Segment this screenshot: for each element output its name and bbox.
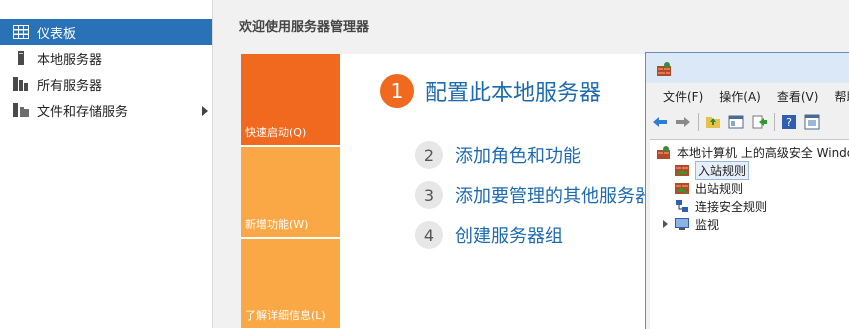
menu-action[interactable]: 操作(A) xyxy=(719,88,761,105)
menu-bar: 文件(F) 操作(A) 查看(V) 帮助 xyxy=(646,85,849,107)
tile-quick-start[interactable]: 快速启动(Q) xyxy=(241,54,340,145)
forward-icon[interactable] xyxy=(674,113,692,131)
quick-start-panel: 快速启动(Q) 新增功能(W) 了解详细信息(L) 1 配置此本地服务器 2 添… xyxy=(241,54,661,328)
tree-item-outbound-rules[interactable]: 出站规则 xyxy=(674,179,743,197)
step-add-roles[interactable]: 2 添加角色和功能 xyxy=(415,141,581,169)
step-link[interactable]: 配置此本地服务器 xyxy=(425,75,601,107)
dashboard-icon xyxy=(12,24,30,40)
tree-item-connection-security-rules[interactable]: 连接安全规则 xyxy=(674,197,767,215)
up-folder-icon[interactable] xyxy=(704,113,722,131)
sidebar-item-local-server[interactable]: 本地服务器 xyxy=(0,45,212,71)
all-servers-icon xyxy=(12,76,30,92)
sidebar-item-label: 本地服务器 xyxy=(37,52,103,68)
step-configure-local-server[interactable]: 1 配置此本地服务器 xyxy=(380,74,601,108)
sidebar-item-file-storage[interactable]: 文件和存储服务 xyxy=(0,97,212,123)
tree-item-label: 监视 xyxy=(695,217,720,232)
step-number-badge: 1 xyxy=(380,74,414,108)
step-link[interactable]: 添加角色和功能 xyxy=(455,142,581,168)
toolbar: ? xyxy=(646,109,849,135)
sidebar-item-dashboard[interactable]: 仪表板 xyxy=(0,19,212,45)
step-link[interactable]: 添加要管理的其他服务器 xyxy=(455,182,653,208)
tile-label: 了解详细信息(L) xyxy=(245,309,326,322)
menu-help[interactable]: 帮助 xyxy=(834,88,849,105)
tree-item-inbound-rules[interactable]: 入站规则 xyxy=(674,160,750,180)
step-number-badge: 3 xyxy=(415,181,443,209)
sidebar-item-all-servers[interactable]: 所有服务器 xyxy=(0,71,212,97)
toolbar-separator xyxy=(698,113,699,131)
tile-learn-more[interactable]: 了解详细信息(L) xyxy=(241,239,340,328)
tree-item-label: 出站规则 xyxy=(695,181,744,196)
svg-text:?: ? xyxy=(786,116,792,129)
export-icon[interactable] xyxy=(750,113,768,131)
properties-icon[interactable] xyxy=(803,113,821,131)
back-icon[interactable] xyxy=(651,113,669,131)
outbound-rules-icon xyxy=(674,181,690,195)
menu-file[interactable]: 文件(F) xyxy=(663,88,703,105)
tile-label: 快速启动(Q) xyxy=(245,126,307,139)
sidebar-item-label: 仪表板 xyxy=(37,26,77,42)
monitoring-icon xyxy=(674,217,690,231)
firewall-console-window[interactable]: 文件(F) 操作(A) 查看(V) 帮助 ? xyxy=(645,52,849,329)
toolbar-separator xyxy=(774,113,775,131)
inbound-rules-icon xyxy=(674,163,690,177)
sidebar: 仪表板 本地服务器 所有服务器 文件和存储服务 xyxy=(0,0,212,328)
tile-label: 新增功能(W) xyxy=(245,218,309,231)
step-link[interactable]: 创建服务器组 xyxy=(455,222,563,248)
step-add-servers[interactable]: 3 添加要管理的其他服务器 xyxy=(415,181,653,209)
local-server-icon xyxy=(12,50,30,66)
tree-item-label: 连接安全规则 xyxy=(695,199,768,214)
firewall-root-icon xyxy=(656,145,672,159)
sidebar-item-label: 所有服务器 xyxy=(37,78,103,94)
chevron-right-icon[interactable] xyxy=(202,106,208,116)
file-storage-icon xyxy=(12,102,30,118)
window-titlebar[interactable] xyxy=(646,53,849,83)
step-number-badge: 4 xyxy=(415,221,443,249)
show-hide-tree-icon[interactable] xyxy=(727,113,745,131)
step-number-badge: 2 xyxy=(415,141,443,169)
tree-item-label: 入站规则 xyxy=(695,160,750,180)
tree-root[interactable]: 本地计算机 上的高级安全 Windows 防火墙 xyxy=(656,143,849,161)
firewall-app-icon xyxy=(656,61,672,81)
expand-arrow-icon[interactable] xyxy=(663,220,668,228)
tile-whats-new[interactable]: 新增功能(W) xyxy=(241,147,340,237)
welcome-title: 欢迎使用服务器管理器 xyxy=(239,20,370,35)
menu-view[interactable]: 查看(V) xyxy=(777,88,819,105)
sidebar-item-label: 文件和存储服务 xyxy=(37,104,129,120)
tree-view: 本地计算机 上的高级安全 Windows 防火墙 入站规则 出站规则 连接安全规… xyxy=(650,139,849,329)
help-icon[interactable]: ? xyxy=(780,113,798,131)
tree-item-monitoring[interactable]: 监视 xyxy=(663,215,719,233)
connection-security-icon xyxy=(674,199,690,213)
step-create-server-group[interactable]: 4 创建服务器组 xyxy=(415,221,563,249)
tree-root-label: 本地计算机 上的高级安全 Windows 防火墙 xyxy=(677,145,849,160)
